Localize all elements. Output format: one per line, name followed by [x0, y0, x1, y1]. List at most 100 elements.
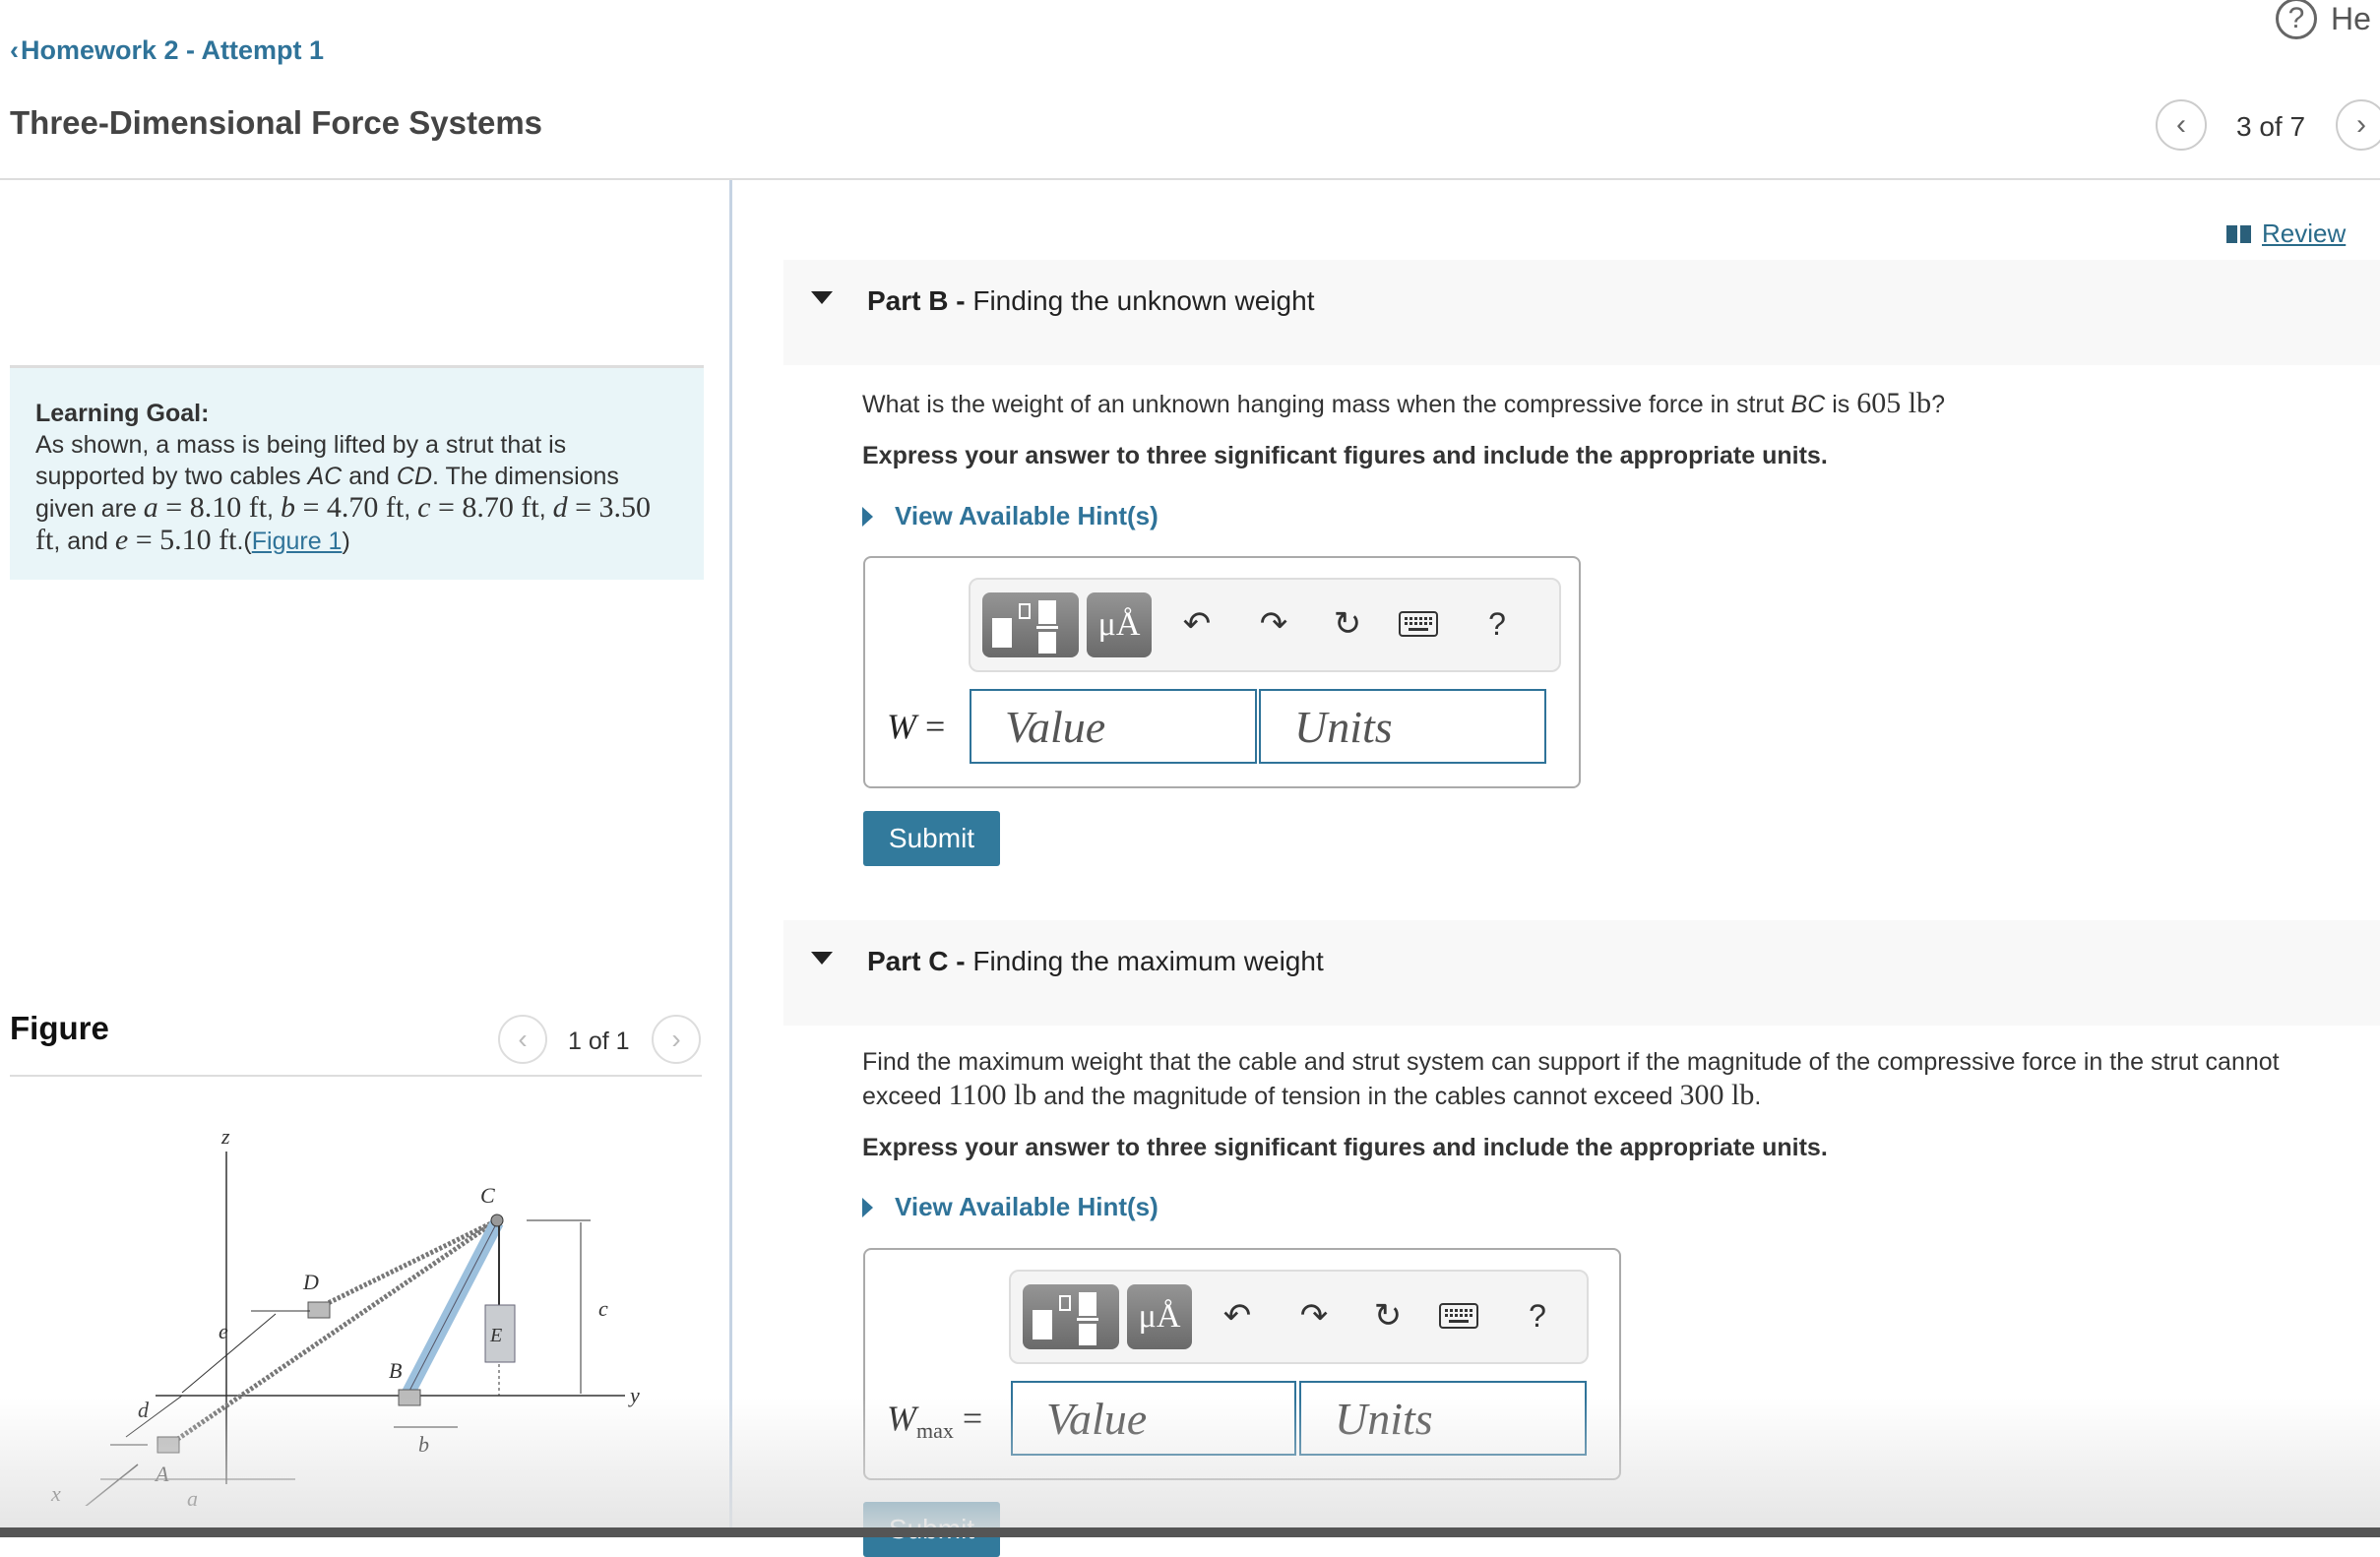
- dim-line-e: [181, 1313, 277, 1394]
- label-y: y: [628, 1383, 640, 1407]
- part-b-title: Part B - Finding the unknown weight: [867, 285, 1315, 316]
- templates-button[interactable]: [982, 592, 1079, 657]
- keyboard-icon[interactable]: [1434, 1291, 1483, 1340]
- joint-c: [490, 1214, 504, 1227]
- label-C: C: [480, 1183, 495, 1208]
- support-d: [307, 1301, 331, 1319]
- expand-triangle-icon: [862, 506, 873, 527]
- chevron-right-icon: ›: [671, 1024, 681, 1054]
- units-input[interactable]: [1299, 1381, 1587, 1456]
- tension-limit-value: 300 lb: [1679, 1079, 1755, 1111]
- hint-label: View Available Hint(s): [895, 501, 1159, 530]
- part-c-hint-toggle[interactable]: View Available Hint(s): [862, 1192, 1159, 1222]
- figure-link[interactable]: Figure 1: [252, 528, 343, 555]
- undo-icon[interactable]: ↶: [1172, 599, 1221, 649]
- expand-triangle-icon: [862, 1197, 873, 1217]
- dim-c: c = 8.70 ft: [417, 491, 539, 524]
- figure-prev-button[interactable]: ‹: [498, 1015, 547, 1064]
- back-to-assignment-link[interactable]: ‹Homework 2 - Attempt 1: [10, 35, 324, 66]
- label-a: a: [187, 1486, 198, 1506]
- label-x: x: [50, 1481, 61, 1506]
- book-icon: [2226, 224, 2252, 244]
- collapse-triangle-icon[interactable]: [811, 952, 833, 965]
- dim-line-d: [125, 1395, 183, 1438]
- fraction-template-icon: [1033, 1292, 1098, 1345]
- part-b-question: What is the weight of an unknown hanging…: [862, 387, 1945, 419]
- figure-next-button[interactable]: ›: [652, 1015, 701, 1064]
- dim-b: b = 4.70 ft: [280, 491, 405, 524]
- toolbar-help-button[interactable]: ?: [1513, 1291, 1562, 1340]
- previous-item-button[interactable]: ‹: [2156, 99, 2207, 151]
- label-A: A: [154, 1462, 169, 1486]
- part-c-question: Find the maximum weight that the cable a…: [862, 1048, 2280, 1111]
- redo-icon[interactable]: ↷: [1289, 1291, 1339, 1340]
- part-b-hint-toggle[interactable]: View Available Hint(s): [862, 501, 1159, 531]
- figure-pager: 1 of 1: [568, 1028, 630, 1055]
- figure-divider: [10, 1075, 702, 1077]
- compressive-force-value: 605 lb: [1856, 387, 1932, 419]
- units-button[interactable]: μÅ: [1127, 1284, 1192, 1349]
- answer-label: W =: [887, 707, 946, 746]
- label-c: c: [598, 1296, 608, 1321]
- learning-goal: Learning Goal: As shown, a mass is being…: [10, 365, 704, 580]
- label-E: E: [489, 1325, 502, 1346]
- label-b: b: [418, 1432, 429, 1457]
- reset-icon[interactable]: ↻: [1323, 599, 1372, 649]
- part-c-title: Part C - Finding the maximum weight: [867, 946, 1324, 976]
- figure-heading: Figure: [10, 1010, 109, 1046]
- help-label: He: [2331, 0, 2371, 36]
- label-D: D: [302, 1270, 319, 1294]
- panel-divider[interactable]: [729, 180, 732, 1528]
- next-item-button[interactable]: ›: [2336, 99, 2380, 151]
- label-B: B: [389, 1358, 402, 1383]
- units-input[interactable]: [1259, 689, 1546, 764]
- value-input[interactable]: [970, 689, 1257, 764]
- part-c-instruction: Express your answer to three significant…: [862, 1134, 1828, 1161]
- chevron-left-icon: ‹: [2176, 108, 2186, 141]
- toolbar-help-button[interactable]: ?: [1472, 599, 1522, 649]
- undo-icon[interactable]: ↶: [1213, 1291, 1262, 1340]
- answer-label: Wmax =: [887, 1399, 983, 1444]
- help-button[interactable]: ? He: [2276, 0, 2371, 39]
- part-b-instruction: Express your answer to three significant…: [862, 442, 1828, 469]
- redo-icon[interactable]: ↷: [1249, 599, 1298, 649]
- chevron-left-icon: ‹: [518, 1024, 528, 1054]
- part-c-header[interactable]: Part C - Finding the maximum weight: [783, 920, 2380, 1026]
- support-b: [398, 1389, 421, 1406]
- math-toolbar: μÅ ↶ ↷ ↻ ?: [1009, 1270, 1589, 1364]
- reset-icon[interactable]: ↻: [1363, 1291, 1412, 1340]
- collapse-triangle-icon[interactable]: [811, 291, 833, 304]
- compressive-limit-value: 1100 lb: [948, 1079, 1037, 1111]
- strut-cable-figure: z y x E A B C D c a b d e: [50, 1124, 640, 1506]
- chevron-right-icon: ›: [2356, 108, 2366, 141]
- keyboard-icon[interactable]: [1394, 599, 1443, 649]
- value-input[interactable]: [1011, 1381, 1296, 1456]
- units-button[interactable]: μÅ: [1087, 592, 1152, 657]
- label-z: z: [220, 1124, 230, 1149]
- dim-e: e = 5.10 ft: [114, 524, 237, 556]
- help-icon: ?: [2276, 0, 2317, 39]
- cable-cd: CD: [396, 463, 433, 490]
- goal-text: and: [342, 463, 397, 490]
- fraction-template-icon: [992, 600, 1058, 654]
- part-b-header[interactable]: Part B - Finding the unknown weight: [783, 260, 2380, 365]
- part-c-answer-box: μÅ ↶ ↷ ↻ ? Wmax =: [863, 1248, 1621, 1480]
- cable-ac: AC: [307, 463, 343, 490]
- part-b-answer-box: μÅ ↶ ↷ ↻ ? W =: [863, 556, 1581, 788]
- review-label: Review: [2262, 218, 2347, 248]
- label-e: e: [219, 1319, 228, 1343]
- chevron-left-icon: ‹: [10, 35, 19, 65]
- hint-label: View Available Hint(s): [895, 1192, 1159, 1221]
- support-a: [157, 1436, 180, 1454]
- part-b-submit-button[interactable]: Submit: [863, 811, 1000, 866]
- back-label: Homework 2 - Attempt 1: [21, 35, 325, 65]
- math-toolbar: μÅ ↶ ↷ ↻ ?: [969, 578, 1561, 672]
- label-d: d: [138, 1398, 150, 1422]
- review-link[interactable]: Review: [2226, 218, 2346, 249]
- templates-button[interactable]: [1023, 1284, 1119, 1349]
- page-title: Three-Dimensional Force Systems: [10, 104, 543, 141]
- learning-goal-heading: Learning Goal:: [35, 400, 210, 427]
- x-axis: [85, 1464, 139, 1506]
- item-pager: 3 of 7: [2236, 111, 2306, 142]
- dim-a: a = 8.10 ft: [143, 491, 268, 524]
